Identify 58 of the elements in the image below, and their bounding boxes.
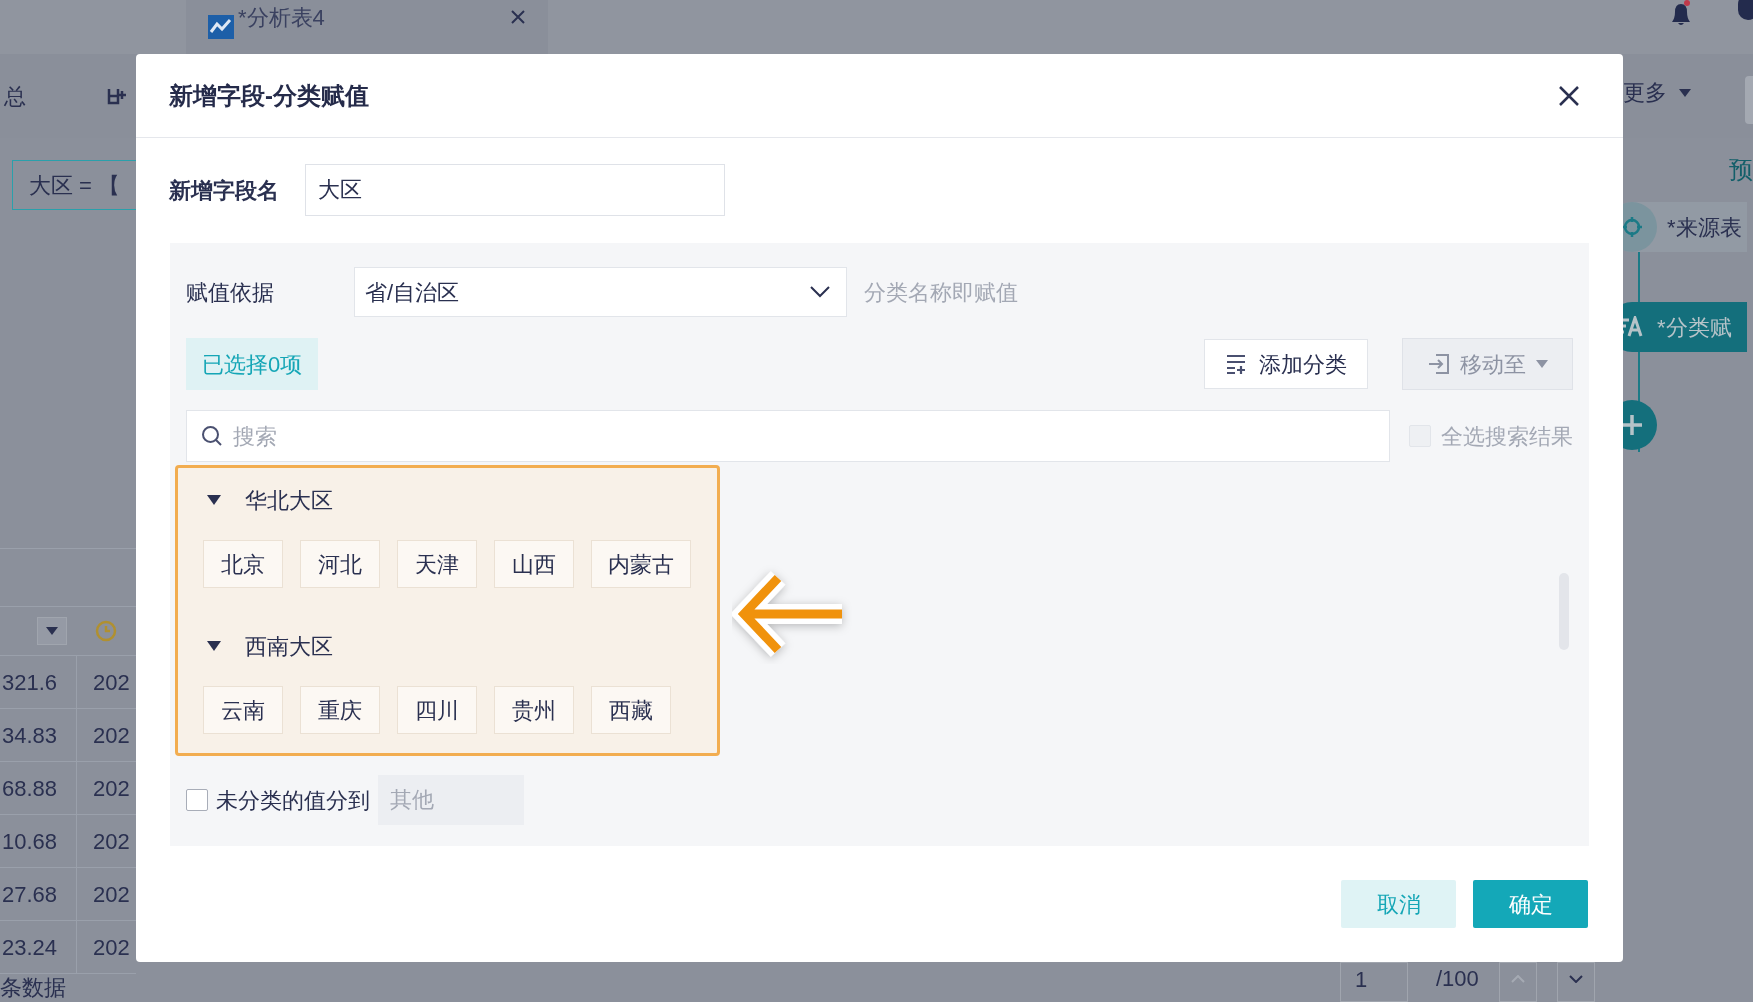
table-cell-text: 202 [92, 774, 130, 803]
value-tag[interactable]: 天津 [397, 540, 477, 588]
table-cell: 10.68 [0, 815, 77, 867]
table-cell-text: 202 [92, 933, 130, 962]
move-icon [1427, 354, 1450, 374]
table-cell: 68.88 [0, 762, 77, 814]
table-cell: 27.68 [0, 868, 77, 920]
chevron-down-icon [1568, 975, 1583, 983]
add-category-button[interactable]: 添加分类 [1204, 339, 1368, 389]
table-cell-text: 202 [92, 880, 130, 909]
value-tag[interactable]: 北京 [203, 540, 283, 588]
expanded-caret-icon[interactable] [207, 495, 221, 505]
toolbar-label: 总 [4, 82, 26, 111]
table-cell-text: 202 [92, 668, 130, 697]
chart-icon [208, 15, 234, 39]
chevron-down-icon [810, 286, 830, 298]
more-menu[interactable]: 更多 [1623, 76, 1667, 109]
search-field[interactable]: 搜索 [186, 410, 1390, 462]
field-name-input[interactable]: 大区 [305, 164, 725, 216]
group-name: 西南大区 [245, 632, 333, 661]
dialog-title: 新增字段-分类赋值 [169, 80, 369, 111]
table-cell-text: 202 [92, 827, 130, 856]
basis-label: 赋值依据 [186, 278, 275, 307]
value-tag[interactable]: 西藏 [591, 686, 671, 734]
caret-icon [1535, 360, 1548, 368]
list-add-icon [1225, 353, 1247, 375]
table-cell: 321.6 [0, 656, 77, 708]
preview-label: 预 [1729, 155, 1753, 185]
search-input[interactable]: 搜索 [233, 419, 1375, 453]
value-tag[interactable]: 内蒙古 [591, 540, 691, 588]
hint-text: 分类名称即赋值 [864, 278, 1018, 307]
table-cell-text: 202 [92, 721, 130, 750]
clock-icon [95, 620, 117, 642]
search-icon [201, 425, 223, 447]
value-tag[interactable]: 重庆 [300, 686, 380, 734]
page-total: /100 [1436, 965, 1479, 993]
group-name: 华北大区 [245, 486, 333, 515]
value-tag[interactable]: 四川 [397, 686, 477, 734]
down-button[interactable] [1556, 962, 1595, 1002]
basis-select[interactable]: 省/自治区 [354, 267, 847, 317]
unclassified-checkbox[interactable]: 未分类的值分到 [186, 783, 370, 817]
expanded-caret-icon[interactable] [207, 641, 221, 651]
chevron-up-icon [1510, 975, 1525, 983]
value-tag[interactable]: 山西 [494, 540, 574, 588]
close-icon[interactable] [1558, 84, 1580, 107]
dropdown-button[interactable] [37, 617, 67, 645]
row-count-text: 条数据 [0, 976, 67, 1000]
caret-icon [46, 627, 58, 635]
table-cell: 34.83 [0, 709, 77, 761]
selected-count-badge: 已选择0项 [186, 338, 319, 390]
value-tag[interactable]: 贵州 [494, 686, 574, 734]
plus-icon [1621, 414, 1643, 436]
crosshair-icon [1620, 215, 1644, 239]
value-tag[interactable]: 河北 [300, 540, 380, 588]
table-cell: 23.24 [0, 921, 77, 973]
caret-icon [1679, 88, 1691, 97]
value-tag[interactable]: 云南 [203, 686, 283, 734]
page-input[interactable]: 1 [1340, 962, 1408, 1002]
